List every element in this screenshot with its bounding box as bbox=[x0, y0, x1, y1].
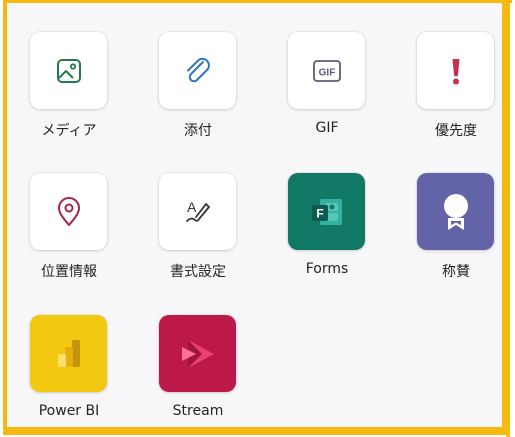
priority-tile bbox=[417, 32, 494, 109]
media-tile bbox=[30, 32, 107, 109]
praise-button[interactable]: 称賛 bbox=[406, 173, 506, 283]
svg-text:F: F bbox=[316, 206, 323, 220]
power-bi-tile bbox=[30, 315, 107, 392]
attach-label: 添付 bbox=[184, 123, 212, 139]
priority-label: 優先度 bbox=[435, 123, 477, 139]
forms-app-icon: F bbox=[311, 198, 342, 225]
format-button[interactable]: A 書式設定 bbox=[148, 173, 248, 283]
exclamation-icon bbox=[452, 58, 459, 84]
svg-text:A: A bbox=[187, 199, 197, 215]
stream-icon bbox=[181, 339, 214, 368]
praise-badge-icon bbox=[443, 193, 468, 230]
location-label: 位置情報 bbox=[41, 264, 97, 280]
popover-bottom-border bbox=[3, 431, 510, 435]
forms-label: Forms bbox=[305, 261, 349, 277]
stream-label: Stream bbox=[172, 403, 224, 419]
location-tile bbox=[30, 173, 107, 250]
priority-button[interactable]: 優先度 bbox=[406, 32, 506, 142]
forms-button[interactable]: F Forms bbox=[277, 173, 377, 283]
paperclip-icon bbox=[186, 57, 210, 82]
forms-tile: F bbox=[288, 173, 365, 250]
messaging-extensions-panel: メディア 添付 GIF GIF 優先度 位置情報 A 書式設定 F Forms … bbox=[3, 3, 506, 431]
gif-button[interactable]: GIF GIF bbox=[277, 32, 377, 142]
media-label: メディア bbox=[41, 123, 97, 139]
format-label: 書式設定 bbox=[170, 264, 226, 280]
praise-tile bbox=[417, 173, 494, 250]
location-pin-icon bbox=[57, 196, 80, 226]
attach-tile bbox=[159, 32, 236, 109]
gif-tile: GIF bbox=[288, 32, 365, 109]
image-icon bbox=[56, 58, 81, 83]
praise-label: 称賛 bbox=[442, 264, 470, 280]
gif-label: GIF bbox=[315, 120, 339, 136]
format-text-icon: A bbox=[185, 199, 210, 222]
svg-text:GIF: GIF bbox=[318, 67, 335, 78]
power-bi-icon bbox=[57, 339, 80, 367]
media-button[interactable]: メディア bbox=[19, 32, 119, 142]
format-tile: A bbox=[159, 173, 236, 250]
attach-button[interactable]: 添付 bbox=[148, 32, 248, 142]
stream-tile bbox=[159, 315, 236, 392]
power-bi-label: Power BI bbox=[38, 403, 100, 419]
gif-icon: GIF bbox=[312, 59, 341, 82]
stream-button[interactable]: Stream bbox=[148, 315, 248, 425]
popover-right-border bbox=[506, 0, 510, 437]
power-bi-button[interactable]: Power BI bbox=[19, 315, 119, 425]
location-button[interactable]: 位置情報 bbox=[19, 173, 119, 283]
